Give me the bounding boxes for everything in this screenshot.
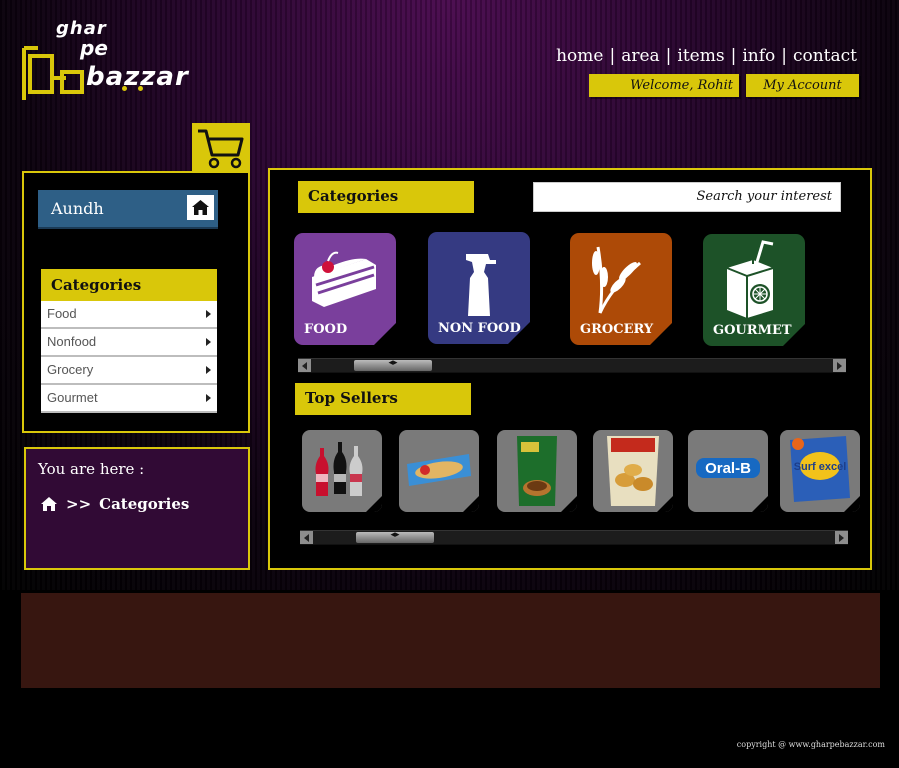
sidebar-item-label: Grocery <box>47 362 94 377</box>
breadcrumb-current[interactable]: Categories <box>99 495 189 513</box>
copyright-text: copyright @ www.gharpebazzar.com <box>736 740 885 749</box>
category-tile-nonfood[interactable]: NON FOOD <box>428 232 530 344</box>
tile-label: NON FOOD <box>438 321 521 336</box>
sidebar-category-list: Food Nonfood Grocery Gourmet <box>41 301 217 413</box>
coffee-pack-image <box>517 436 557 506</box>
cake-icon <box>312 251 376 307</box>
wheat-icon <box>592 246 641 314</box>
chevron-right-icon <box>206 366 211 374</box>
product-surf-excel[interactable]: Surf excel <box>780 430 860 512</box>
nav-area[interactable]: area <box>621 46 659 66</box>
category-tile-grocery[interactable]: GROCERY <box>570 233 672 345</box>
categories-header: Categories <box>298 181 474 213</box>
sidebar-panel: Aundh Categories Food Nonfood Grocery Go… <box>22 171 250 433</box>
spray-bottle-icon <box>466 254 496 316</box>
sidebar-item-label: Nonfood <box>47 334 97 349</box>
tile-label: GOURMET <box>713 323 792 338</box>
breadcrumb-title: You are here : <box>38 460 145 478</box>
scroll-right-button[interactable] <box>835 531 848 544</box>
juice-box-icon <box>726 240 774 318</box>
area-label: Aundh <box>51 199 104 218</box>
logo-cart-icon <box>22 46 84 100</box>
categories-scrollbar[interactable] <box>298 358 846 373</box>
sidebar-categories-header: Categories <box>41 269 217 301</box>
search-placeholder: Search your interest <box>696 189 833 204</box>
tile-label: GROCERY <box>580 322 654 337</box>
logo-wheel-icon <box>122 86 127 91</box>
footer-band <box>21 593 880 688</box>
tile-label: FOOD <box>304 322 348 337</box>
sidebar-item-label: Food <box>47 306 77 321</box>
search-input[interactable]: Search your interest <box>533 182 841 212</box>
top-sellers-header: Top Sellers <box>295 383 471 415</box>
product-chips[interactable] <box>593 430 673 512</box>
chevron-right-icon <box>206 310 211 318</box>
chevron-right-icon <box>206 338 211 346</box>
main-panel: Categories Search your interest FOOD NON… <box>268 168 872 570</box>
scroll-left-button[interactable] <box>300 531 313 544</box>
top-sellers-scrollbar[interactable] <box>300 530 848 545</box>
oral-b-logo-image: Oral-B <box>696 458 760 478</box>
area-selector[interactable]: Aundh <box>38 190 218 229</box>
breadcrumb-panel: You are here : >> Categories <box>24 447 250 570</box>
scroll-thumb[interactable] <box>356 532 434 543</box>
nav-info[interactable]: info <box>742 46 775 66</box>
nav-contact[interactable]: contact <box>793 46 857 66</box>
breadcrumb: >> Categories <box>40 495 189 513</box>
top-sellers-title: Top Sellers <box>305 389 398 407</box>
sidebar-item-label: Gourmet <box>47 390 98 405</box>
cart-button[interactable] <box>192 123 250 173</box>
scroll-right-button[interactable] <box>833 359 846 372</box>
sidebar-item-grocery[interactable]: Grocery <box>41 357 217 385</box>
product-coffee[interactable] <box>497 430 577 512</box>
nav-items[interactable]: items <box>677 46 724 66</box>
surf-logo-text: Surf excel <box>794 461 847 473</box>
surf-excel-pack-image: Surf excel <box>790 436 850 502</box>
breadcrumb-separator: >> <box>66 495 92 513</box>
cart-icon <box>198 129 244 169</box>
scroll-thumb[interactable] <box>354 360 432 371</box>
sidebar-item-gourmet[interactable]: Gourmet <box>41 385 217 413</box>
product-coke[interactable] <box>302 430 382 512</box>
category-tile-food[interactable]: FOOD <box>294 233 396 345</box>
chips-pack-image <box>607 436 659 506</box>
category-tile-gourmet[interactable]: GOURMET <box>703 234 805 346</box>
sidebar-item-food[interactable]: Food <box>41 301 217 329</box>
coke-bottles-image <box>315 442 363 496</box>
my-account-button[interactable]: My Account <box>746 74 859 97</box>
welcome-label: Welcome, Rohit <box>589 74 739 97</box>
home-icon[interactable] <box>187 195 214 220</box>
scroll-left-button[interactable] <box>298 359 311 372</box>
site-logo[interactable]: ghar pe bazzar <box>22 18 188 110</box>
nav-home[interactable]: home <box>556 46 603 66</box>
product-oral-b[interactable]: Oral-B <box>688 430 768 512</box>
product-biscuits[interactable] <box>399 430 479 512</box>
sidebar-categories-title: Categories <box>51 276 142 294</box>
categories-title: Categories <box>308 187 399 205</box>
sidebar-item-nonfood[interactable]: Nonfood <box>41 329 217 357</box>
top-nav: home | area | items | info | contact <box>556 46 857 66</box>
home-icon[interactable] <box>40 496 58 512</box>
chevron-right-icon <box>206 394 211 402</box>
logo-wheel-icon <box>138 86 143 91</box>
oral-b-logo-text: Oral-B <box>705 460 751 477</box>
biscuit-pack-image <box>407 454 471 486</box>
